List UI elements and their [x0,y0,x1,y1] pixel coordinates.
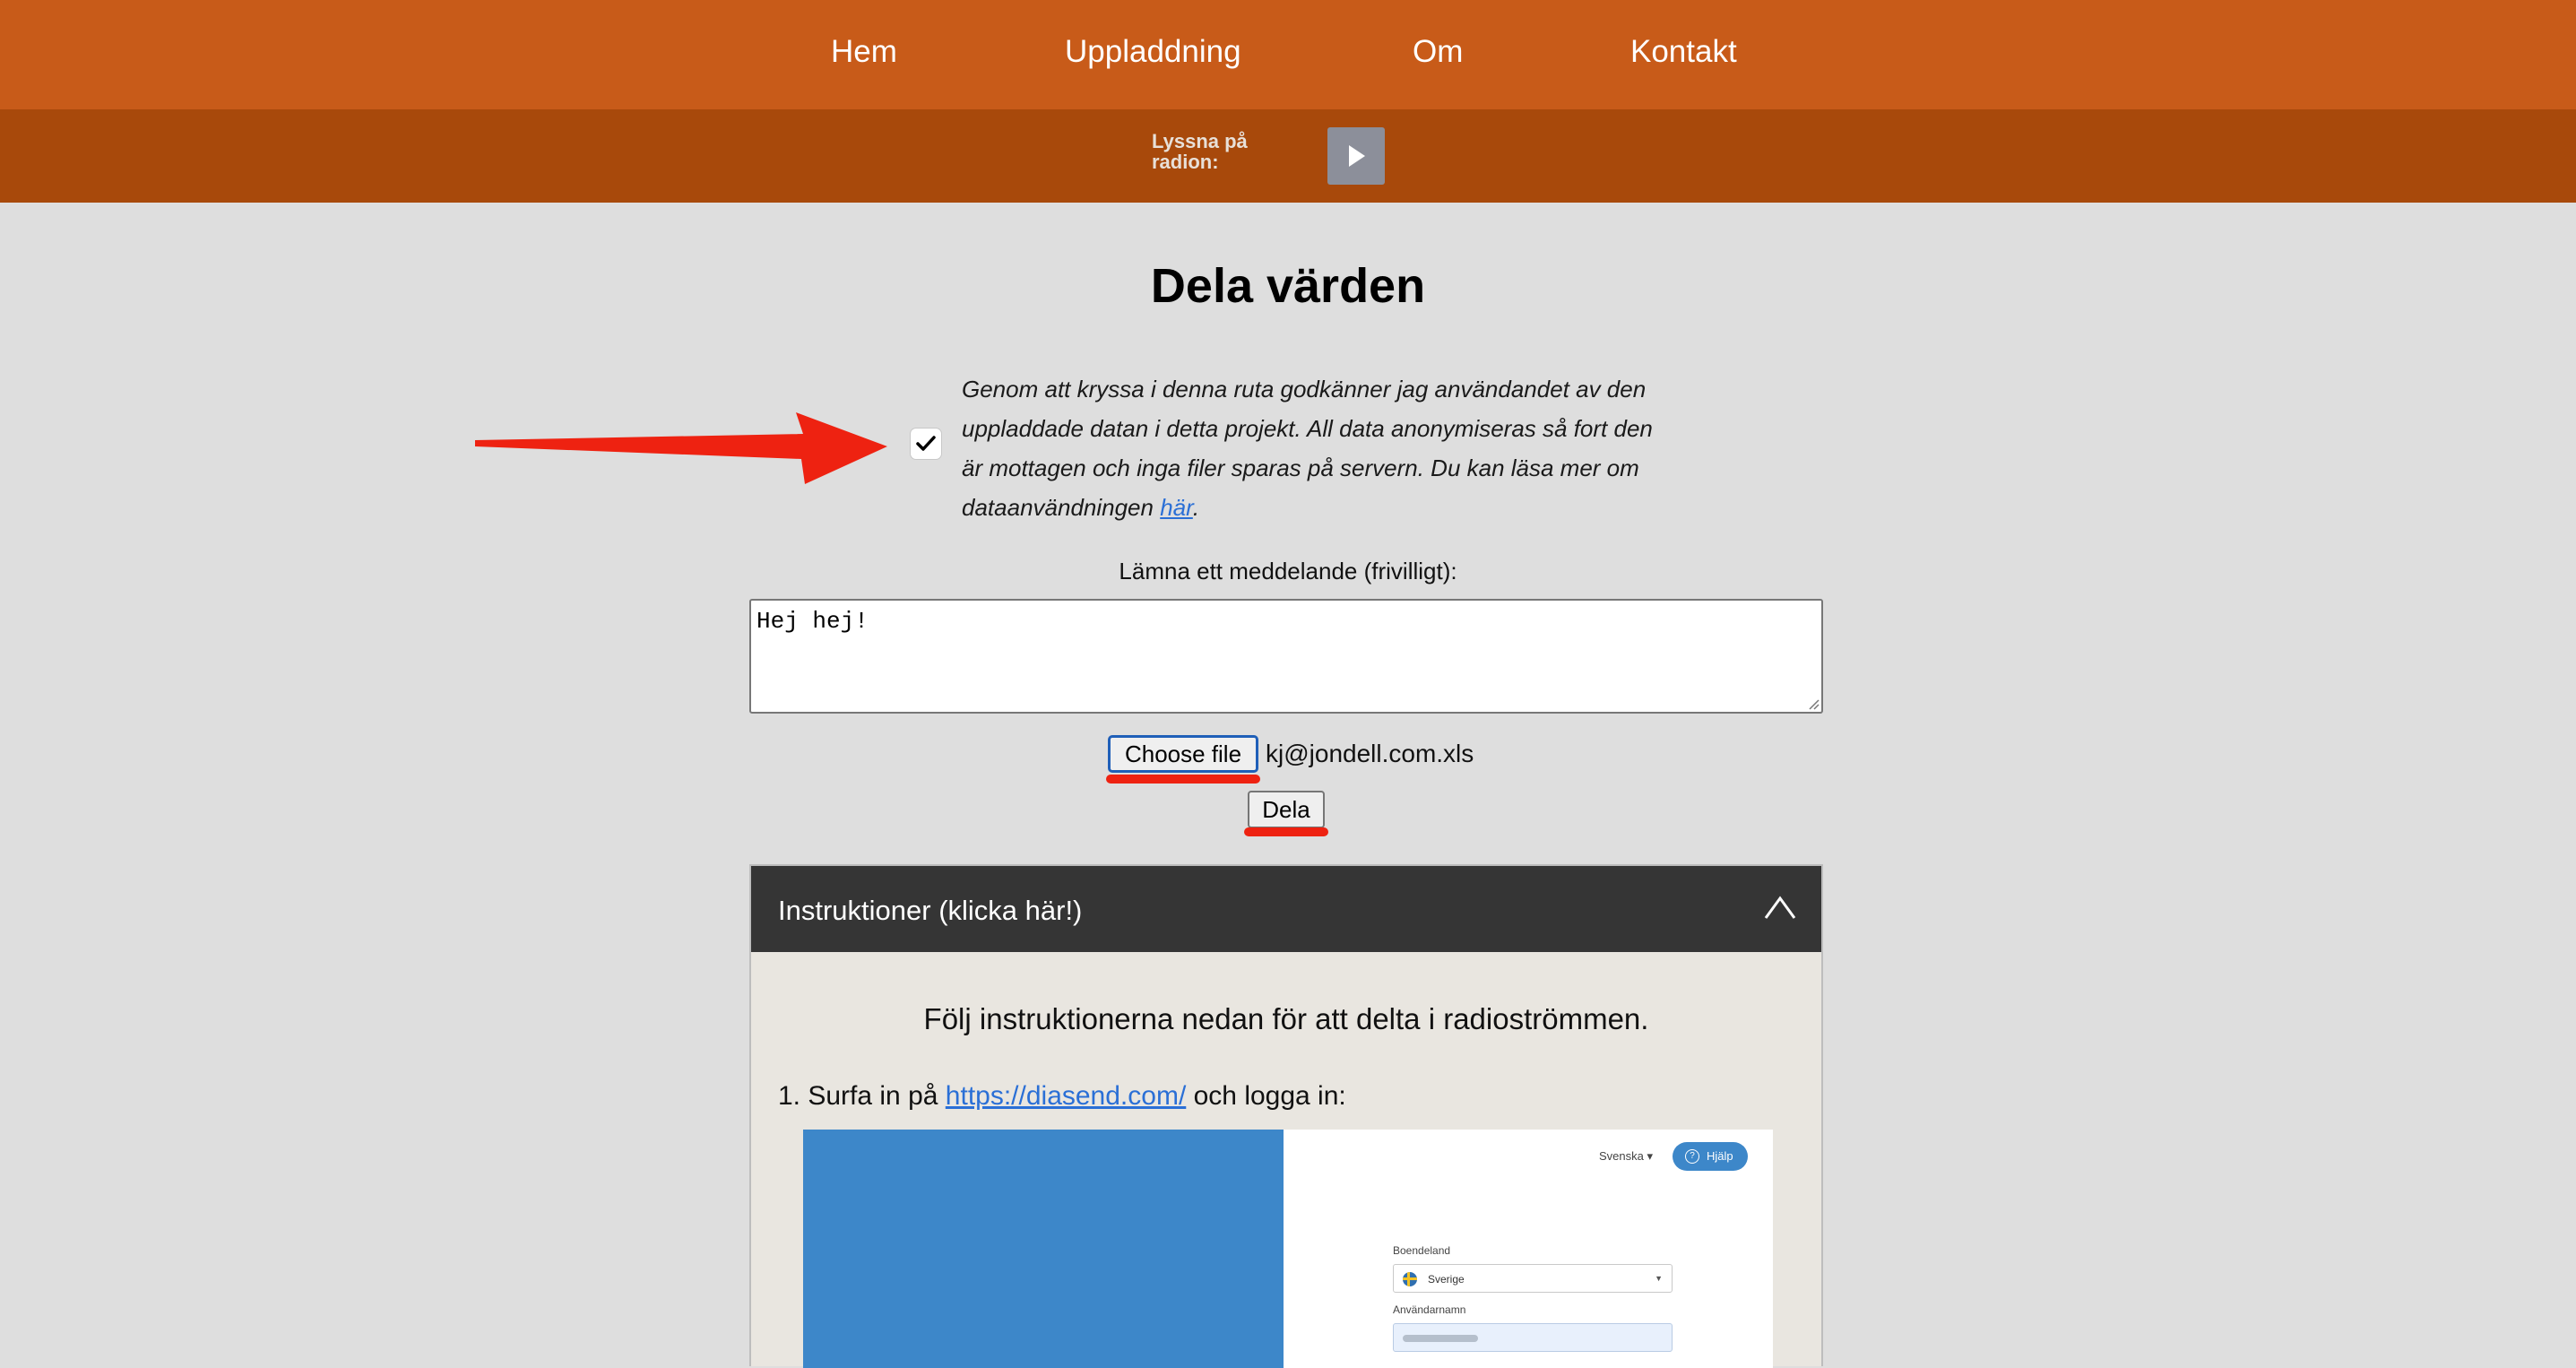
nav-item-hem[interactable]: Hem [831,34,897,70]
nav-item-uppladdning[interactable]: Uppladdning [1065,34,1241,70]
choose-file-button[interactable]: Choose file [1108,735,1258,773]
diasend-link[interactable]: https://diasend.com/ [946,1081,1186,1111]
instructions-intro: Följ instruktionerna nedan för att delta… [923,1002,1649,1035]
screenshot-country-label: Boendeland [1393,1244,1451,1257]
screenshot-username-label: Användarnamn [1393,1303,1466,1316]
consent-body: Genom att kryssa i denna ruta godkänner … [962,376,1653,521]
diasend-login-screenshot: Svenska ▾ ? Hjälp Boendeland Sverige ▼ A… [803,1130,1773,1368]
screenshot-country-select: Sverige ▼ [1393,1264,1673,1293]
consent-suffix: . [1192,494,1200,521]
screenshot-language: Svenska ▾ [1599,1149,1654,1163]
step1-prefix: 1. Surfa in på [778,1081,946,1111]
selected-file-name: kj@jondell.com.xls [1266,740,1474,767]
instruction-step-1: 1. Surfa in på https://diasend.com/ och … [778,1081,1346,1112]
blurred-username [1403,1335,1478,1342]
data-usage-link[interactable]: här [1160,494,1193,521]
radio-bar: Lyssna på radion: [0,109,2576,203]
checkmark-icon [916,436,936,451]
nav-item-kontakt[interactable]: Kontakt [1630,34,1737,70]
play-icon [1349,145,1365,167]
question-icon: ? [1685,1149,1699,1164]
annotation-arrow-icon [475,412,887,484]
instructions-panel: Instruktioner (klicka här!) Följ instruk… [749,864,1823,1368]
annotation-underline [1244,827,1328,836]
message-textarea[interactable]: Hej hej! [749,599,1823,714]
screenshot-blue-panel [803,1130,1284,1368]
share-button[interactable]: Dela [1248,791,1325,828]
screenshot-country-value: Sverige [1428,1273,1465,1286]
caret-down-icon: ▼ [1655,1274,1663,1283]
annotation-underline [1106,775,1260,784]
instructions-title: Instruktioner (klicka här!) [778,895,1083,926]
chevron-up-icon [1764,896,1796,919]
consent-checkbox[interactable] [911,429,941,459]
screenshot-language-text: Svenska [1599,1149,1644,1163]
consent-text: Genom att kryssa i denna ruta godkänner … [962,369,1661,527]
resize-grip-icon[interactable] [1807,697,1820,710]
screenshot-help-label: Hjälp [1707,1149,1733,1163]
top-navigation: Hem Uppladdning Om Kontakt [0,0,2576,109]
message-label: Lämna ett meddelande (frivilligt): [1119,558,1457,584]
step1-suffix: och logga in: [1186,1081,1346,1111]
screenshot-username-input [1393,1323,1673,1352]
screenshot-help-button: ? Hjälp [1673,1142,1748,1171]
radio-play-button[interactable] [1327,127,1385,185]
page-title: Dela värden [1150,259,1426,313]
nav-item-om[interactable]: Om [1413,34,1463,70]
instructions-header[interactable]: Instruktioner (klicka här!) [751,866,1821,952]
sweden-flag-icon [1403,1272,1417,1286]
radio-label: Lyssna på radion: [1152,130,1248,173]
